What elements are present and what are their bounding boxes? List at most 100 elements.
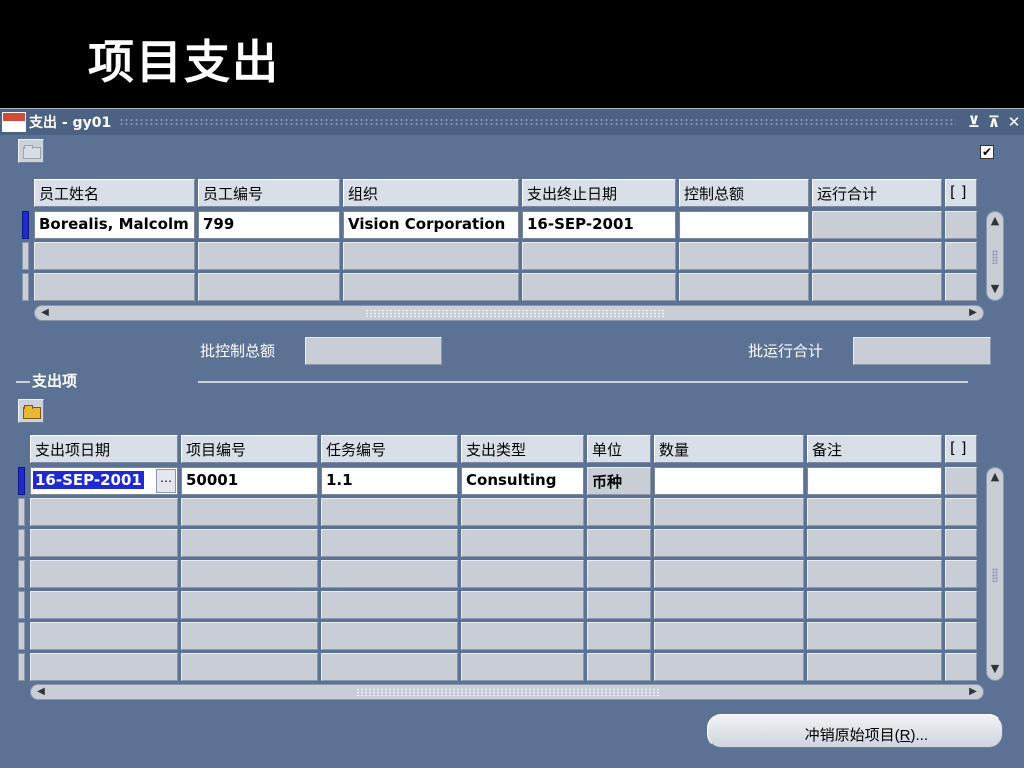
col-folder-toggle[interactable]: [ ]: [945, 179, 977, 207]
scroll-right-icon[interactable]: ▶: [965, 685, 981, 699]
table-cell[interactable]: [30, 591, 178, 619]
table-cell[interactable]: [30, 653, 178, 681]
table-cell[interactable]: [343, 273, 519, 301]
scroll-up-icon[interactable]: ▲: [987, 214, 1003, 232]
scroll-grip[interactable]: [356, 688, 661, 696]
table-cell[interactable]: [461, 622, 584, 650]
scroll-down-icon[interactable]: ▼: [987, 282, 1003, 300]
table-cell[interactable]: [461, 498, 584, 526]
table-cell[interactable]: [654, 591, 804, 619]
table-cell[interactable]: [181, 653, 318, 681]
table-cell[interactable]: [587, 591, 651, 619]
table-cell[interactable]: [30, 560, 178, 588]
table-cell[interactable]: [522, 273, 676, 301]
table-cell[interactable]: [321, 653, 458, 681]
list-of-values-button[interactable]: …: [156, 469, 176, 493]
scroll-grip[interactable]: [992, 250, 998, 264]
row-indicator[interactable]: [22, 273, 29, 301]
table-cell[interactable]: [461, 529, 584, 557]
table-cell[interactable]: [181, 529, 318, 557]
table-cell[interactable]: [654, 653, 804, 681]
table-cell[interactable]: [198, 273, 340, 301]
table-cell[interactable]: [587, 653, 651, 681]
table-cell[interactable]: [654, 622, 804, 650]
row-indicator[interactable]: [22, 211, 29, 239]
scroll-right-icon[interactable]: ▶: [965, 306, 981, 320]
open-folder-button[interactable]: [18, 399, 44, 423]
table-cell[interactable]: [807, 653, 942, 681]
maximize-icon[interactable]: ⊼: [984, 113, 1004, 131]
table-cell[interactable]: [679, 242, 809, 270]
row-indicator[interactable]: [18, 467, 25, 495]
row-indicator[interactable]: [18, 498, 25, 526]
task-number-field[interactable]: 1.1: [321, 467, 458, 495]
table-cell[interactable]: [807, 498, 942, 526]
col-folder-toggle[interactable]: [ ]: [945, 435, 977, 463]
table-cell[interactable]: [30, 529, 178, 557]
row-indicator[interactable]: [18, 529, 25, 557]
table-cell[interactable]: [181, 498, 318, 526]
table-cell[interactable]: [654, 560, 804, 588]
table-cell[interactable]: [181, 622, 318, 650]
table-cell[interactable]: [321, 591, 458, 619]
comment-field[interactable]: [807, 467, 942, 495]
table-cell[interactable]: [807, 560, 942, 588]
table-cell[interactable]: [321, 529, 458, 557]
row-indicator[interactable]: [22, 242, 29, 270]
scroll-up-icon[interactable]: ▲: [987, 470, 1003, 488]
ending-date-field[interactable]: 16-SEP-2001: [522, 211, 676, 239]
table-cell[interactable]: [807, 591, 942, 619]
table-cell[interactable]: [198, 242, 340, 270]
table-cell[interactable]: [321, 560, 458, 588]
table-cell[interactable]: [34, 242, 195, 270]
row-indicator[interactable]: [18, 591, 25, 619]
scroll-left-icon[interactable]: ◀: [37, 306, 53, 320]
table-cell[interactable]: [807, 622, 942, 650]
employee-name-field[interactable]: Borealis, Malcolm: [34, 211, 195, 239]
items-horizontal-scrollbar[interactable]: ◀ ▶: [30, 684, 984, 700]
table-cell[interactable]: [343, 242, 519, 270]
project-number-field[interactable]: 50001: [181, 467, 318, 495]
row-indicator[interactable]: [18, 560, 25, 588]
table-cell[interactable]: [30, 498, 178, 526]
table-cell[interactable]: [34, 273, 195, 301]
reverse-original-item-button[interactable]: 冲销原始项目(R)...: [707, 714, 1003, 748]
table-cell[interactable]: [587, 622, 651, 650]
close-icon[interactable]: ✕: [1004, 113, 1024, 131]
table-cell[interactable]: [587, 560, 651, 588]
header-horizontal-scrollbar[interactable]: ◀ ▶: [34, 305, 984, 321]
header-vertical-scrollbar[interactable]: ▲ ▼: [986, 211, 1004, 301]
scroll-grip[interactable]: [365, 309, 665, 317]
table-cell[interactable]: [654, 498, 804, 526]
quantity-field[interactable]: [654, 467, 804, 495]
table-cell[interactable]: [321, 498, 458, 526]
table-cell[interactable]: [587, 529, 651, 557]
organization-field[interactable]: Vision Corporation: [343, 211, 519, 239]
table-cell[interactable]: [461, 591, 584, 619]
employee-number-field[interactable]: 799: [198, 211, 340, 239]
table-cell[interactable]: [654, 529, 804, 557]
table-cell[interactable]: [807, 529, 942, 557]
row-indicator[interactable]: [18, 653, 25, 681]
scroll-down-icon[interactable]: ▼: [987, 662, 1003, 680]
scroll-grip[interactable]: [992, 568, 998, 582]
table-cell[interactable]: [679, 273, 809, 301]
open-folder-button-top[interactable]: [18, 139, 44, 163]
table-cell[interactable]: [181, 560, 318, 588]
control-total-field[interactable]: [679, 211, 809, 239]
table-cell[interactable]: [461, 653, 584, 681]
table-cell[interactable]: [181, 591, 318, 619]
batch-control-total-field[interactable]: [305, 337, 442, 365]
window-checkbox[interactable]: ✔: [980, 145, 994, 159]
table-cell[interactable]: [522, 242, 676, 270]
table-cell[interactable]: [587, 498, 651, 526]
table-cell[interactable]: [30, 622, 178, 650]
expenditure-type-field[interactable]: Consulting: [461, 467, 584, 495]
items-vertical-scrollbar[interactable]: ▲ ▼: [986, 467, 1004, 681]
scroll-left-icon[interactable]: ◀: [33, 685, 49, 699]
table-cell[interactable]: [321, 622, 458, 650]
row-indicator[interactable]: [18, 622, 25, 650]
minimize-icon[interactable]: ⊻: [964, 113, 984, 131]
window-titlebar[interactable]: 支出 - gy01 ⊻ ⊼ ✕: [0, 109, 1024, 135]
table-cell[interactable]: [461, 560, 584, 588]
